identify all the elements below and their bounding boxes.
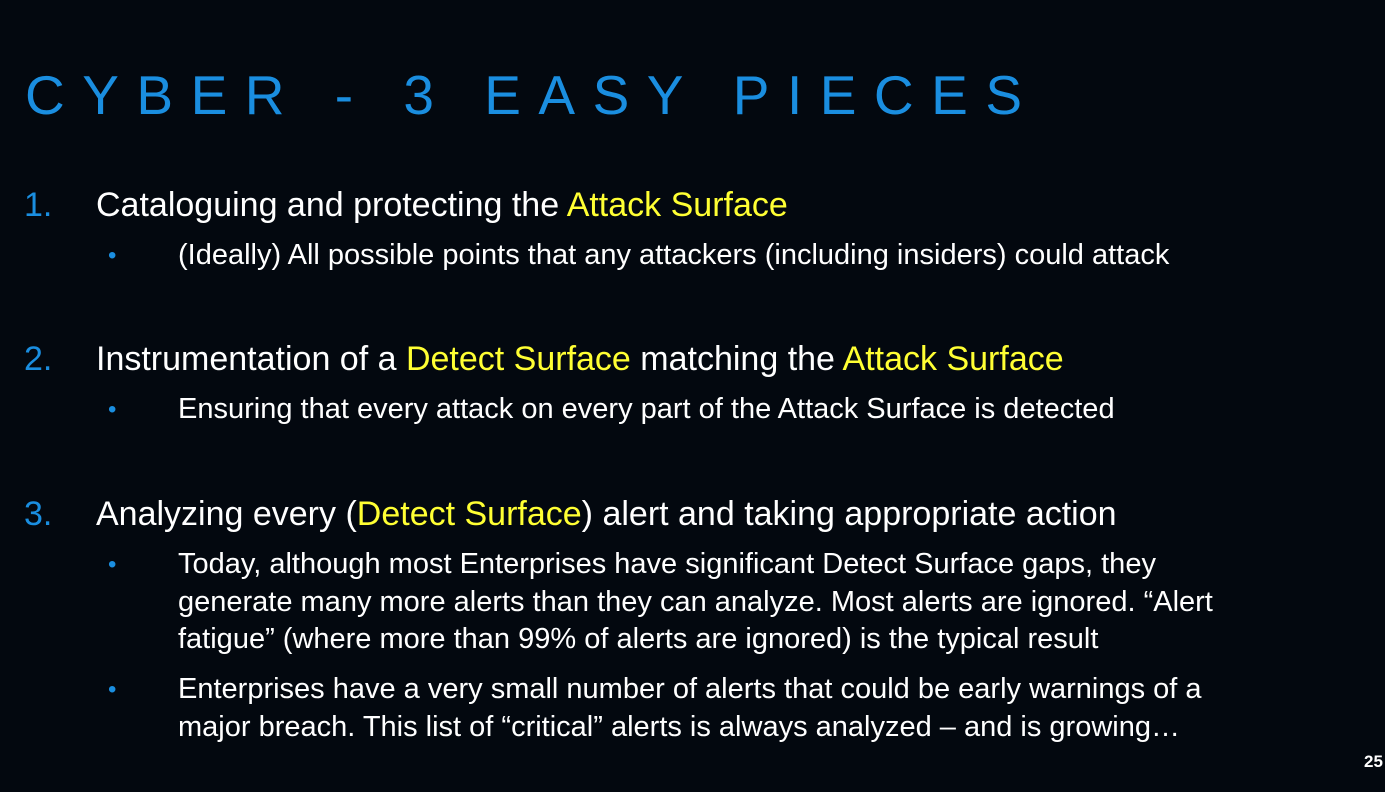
item-number: 2. bbox=[24, 340, 53, 378]
highlight-attack-surface: Attack Surface bbox=[842, 340, 1064, 378]
item-number: 3. bbox=[24, 495, 53, 533]
page-number: 25 bbox=[1364, 752, 1383, 771]
item-heading: Analyzing every (Detect Surface) alert a… bbox=[96, 494, 1117, 534]
bullet-text: Ensuring that every attack on every part… bbox=[178, 391, 1115, 429]
heading-text: ) alert and taking appropriate action bbox=[581, 495, 1117, 533]
bullet-text: Enterprises have a very small number of … bbox=[178, 671, 1202, 746]
highlight-attack-surface: Attack Surface bbox=[566, 186, 788, 224]
highlight-detect-surface: Detect Surface bbox=[405, 340, 631, 378]
heading-text: matching the bbox=[630, 340, 843, 378]
bullet-text: Today, although most Enterprises have si… bbox=[178, 546, 1213, 659]
bullet-icon: • bbox=[108, 551, 117, 578]
heading-text: Analyzing every ( bbox=[96, 495, 357, 533]
bullet-icon: • bbox=[108, 396, 117, 423]
bullet-line: generate many more alerts than they can … bbox=[178, 585, 1213, 618]
heading-text: Cataloguing and protecting the bbox=[96, 186, 567, 224]
item-heading: Instrumentation of a Detect Surface matc… bbox=[96, 339, 1064, 379]
bullet-line: Enterprises have a very small number of … bbox=[178, 673, 1202, 705]
bullet-line: (Ideally) All possible points that any a… bbox=[178, 239, 1170, 271]
bullet-icon: • bbox=[108, 676, 117, 703]
bullet-icon: • bbox=[108, 242, 117, 269]
bullet-line: fatigue” (where more than 99% of alerts … bbox=[178, 623, 1099, 655]
highlight-detect-surface: Detect Surface bbox=[356, 495, 582, 533]
item-number: 1. bbox=[24, 186, 53, 224]
slide-title: CYBER - 3 EASY PIECES bbox=[25, 64, 1040, 126]
bullet-line: Ensuring that every attack on every part… bbox=[178, 393, 1115, 425]
item-heading: Cataloguing and protecting the Attack Su… bbox=[96, 185, 788, 225]
bullet-text: (Ideally) All possible points that any a… bbox=[178, 237, 1169, 275]
bullet-line: major breach. This list of “critical” al… bbox=[178, 710, 1180, 743]
slide: CYBER - 3 EASY PIECES 1. Cataloguing and… bbox=[0, 0, 1385, 792]
heading-text: Instrumentation of a bbox=[96, 340, 406, 378]
bullet-line: Today, although most Enterprises have si… bbox=[178, 548, 1156, 580]
